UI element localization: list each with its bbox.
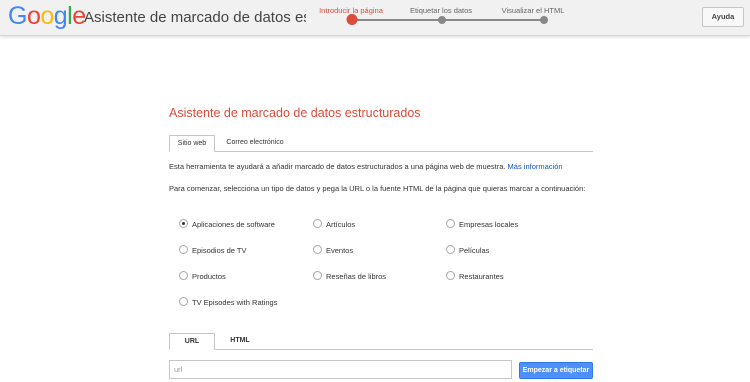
radio-label: Eventos: [326, 246, 354, 255]
start-tagging-button[interactable]: Empezar a etiquetar: [519, 362, 593, 379]
logo-letter: g: [53, 2, 68, 30]
input-mode-tabs: URL HTML: [169, 333, 593, 350]
top-bar: Google Asistente de marcado de datos est…: [0, 0, 750, 36]
page-title: Asistente de marcado de datos estructura…: [169, 106, 421, 120]
google-logo[interactable]: Google: [8, 1, 86, 31]
radio-label: Empresas locales: [459, 220, 519, 229]
radio-label: Episodios de TV: [192, 246, 247, 255]
radio-label: Restaurantes: [459, 272, 504, 281]
radio-label: TV Episodes with Ratings: [192, 298, 278, 307]
help-button[interactable]: Ayuda: [702, 7, 744, 27]
step-connector: [352, 19, 545, 21]
radio-button[interactable]: [446, 245, 455, 254]
radio-button[interactable]: [446, 219, 455, 228]
radio-button[interactable]: [313, 271, 322, 280]
radio-label: Aplicaciones de software: [192, 220, 275, 229]
tool-description: Esta herramienta te ayudará a añadir mar…: [169, 162, 563, 171]
radio-button[interactable]: [179, 297, 188, 306]
radio-label: Artículos: [326, 220, 356, 229]
step-label-view-html: Visualizar el HTML: [501, 6, 565, 15]
radio-button[interactable]: [179, 245, 188, 254]
logo-letter: o: [26, 2, 41, 30]
radio-button[interactable]: [179, 219, 188, 228]
description-text: Esta herramienta te ayudará a añadir mar…: [169, 162, 506, 171]
more-info-link[interactable]: Más información: [508, 162, 563, 171]
radio-label: Reseñas de libros: [326, 272, 387, 281]
tab-html[interactable]: HTML: [217, 333, 263, 350]
url-input[interactable]: url: [169, 360, 512, 379]
step-dot-current: [346, 14, 358, 25]
instructions: Para comenzar, selecciona un tipo de dat…: [169, 184, 586, 193]
logo-letter: G: [8, 2, 27, 30]
radio-label: Productos: [192, 272, 226, 281]
radio-button[interactable]: [313, 245, 322, 254]
radio-label: Películas: [459, 246, 490, 255]
tab-email[interactable]: Correo electrónico: [217, 135, 293, 152]
radio-button[interactable]: [313, 219, 322, 228]
source-type-tabs: Sitio web Correo electrónico: [169, 135, 593, 152]
app-title: Asistente de marcado de datos estructura…: [84, 9, 306, 26]
radio-button[interactable]: [179, 271, 188, 280]
tab-website[interactable]: Sitio web: [169, 135, 215, 152]
logo-letter: o: [40, 2, 54, 30]
progress-steps: Introducir la página Etiquetar los datos…: [318, 0, 568, 36]
step-label-tag-data: Etiquetar los datos: [409, 6, 473, 15]
step-dot: [438, 16, 446, 24]
step-dot: [540, 16, 548, 24]
tab-url[interactable]: URL: [169, 333, 215, 350]
radio-button[interactable]: [446, 271, 455, 280]
